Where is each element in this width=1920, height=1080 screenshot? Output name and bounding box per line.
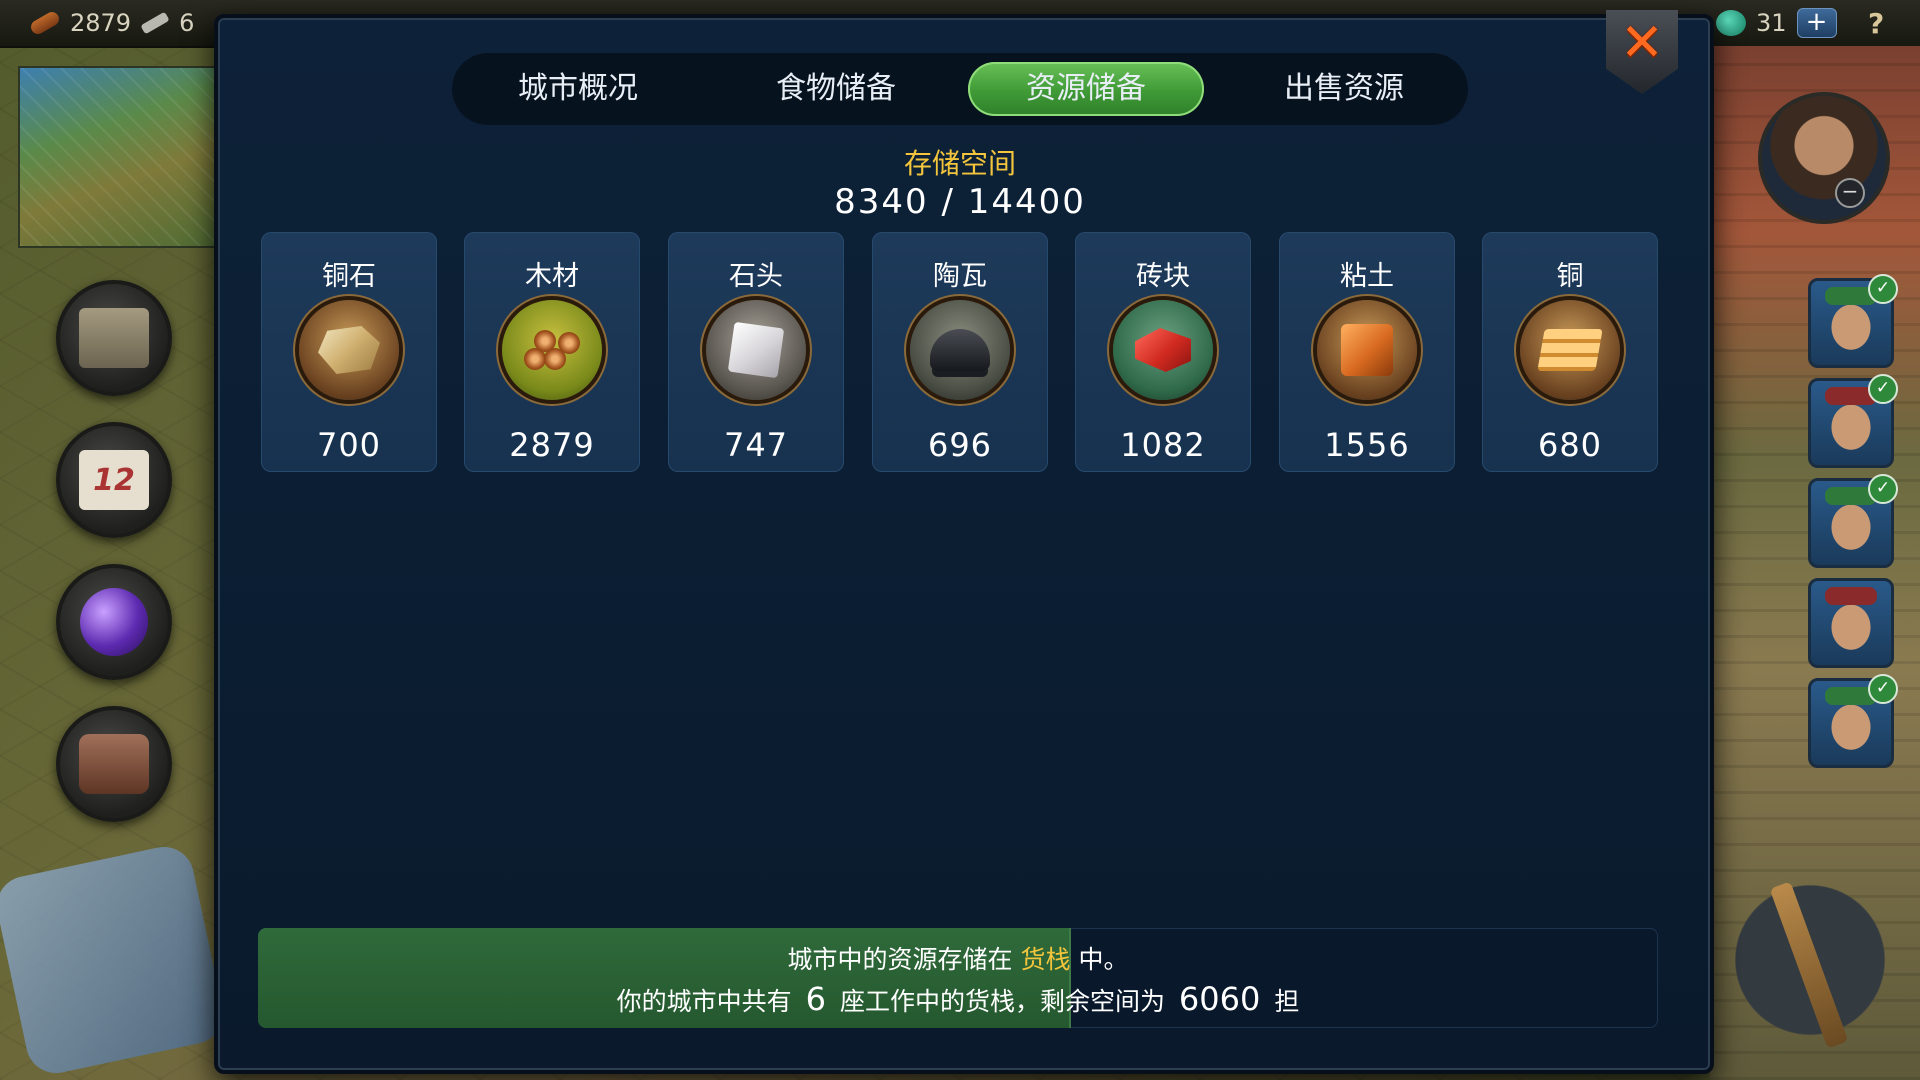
wood-icon (28, 9, 62, 37)
tab-sell-resources[interactable]: 出售资源 (1226, 62, 1462, 116)
info-text: 城市中的资源存储在 (787, 945, 1013, 974)
storage-capacity-bar: 城市中的资源存储在 货栈 中。 你的城市中共有 6 座工作中的货栈，剩余空间为 … (258, 928, 1658, 1028)
add-gems-button[interactable]: + (1796, 8, 1837, 38)
calendar-icon: 12 (79, 450, 149, 510)
resource-card-brick: 砖块 1082 (1075, 232, 1251, 472)
potion-icon (80, 588, 148, 656)
resource-name: 砖块 (1136, 261, 1190, 292)
brick-icon (1113, 300, 1213, 400)
resource-name: 石头 (729, 261, 783, 292)
resource-quantity: 2879 (509, 426, 595, 464)
top-wood-value: 2879 (70, 9, 132, 37)
info-line-warehouse: 城市中的资源存储在 货栈 中。 (258, 940, 1658, 976)
top-second-value: 6 (179, 9, 195, 37)
resource-quantity: 696 (927, 426, 993, 464)
dialog-tab-bar: 城市概况 食物储备 资源储备 出售资源 (452, 53, 1468, 125)
copper-ingot-icon (1520, 300, 1620, 400)
resource-name: 木材 (525, 261, 579, 292)
warehouse-count: 6 (805, 980, 826, 1018)
top-wood-counter: 2879 6 (28, 7, 195, 39)
roof-tile-icon (910, 300, 1010, 400)
resource-card-wood: 木材 2879 (464, 232, 640, 472)
resource-name: 陶瓦 (933, 261, 987, 292)
gem-value: 31 (1756, 9, 1787, 37)
resource-name: 粘土 (1340, 261, 1394, 292)
storage-space-title: 存储空间 (903, 147, 1016, 180)
storage-space-value: 8340 / 14400 (834, 182, 1086, 222)
tab-city-overview[interactable]: 城市概况 (460, 62, 696, 116)
wood-logs-icon (502, 300, 602, 400)
help-button[interactable]: ? (1868, 7, 1884, 40)
info-line-capacity: 你的城市中共有 6 座工作中的货栈，剩余空间为 6060 担 (258, 980, 1658, 1018)
check-icon: ✓ (1868, 674, 1898, 704)
tab-food-storage[interactable]: 食物储备 (718, 62, 954, 116)
backpack-icon (79, 734, 149, 794)
check-icon: ✓ (1868, 274, 1898, 304)
check-icon: ✓ (1868, 374, 1898, 404)
tools-icon (140, 11, 170, 35)
resource-name: 铜 (1556, 261, 1584, 292)
resource-quantity: 700 (316, 426, 382, 464)
copper-ore-icon (299, 300, 399, 400)
resource-card-stone: 石头 747 (668, 232, 844, 472)
resource-quantity: 1082 (1120, 426, 1206, 464)
player-avatar[interactable] (1758, 92, 1890, 224)
warehouse-link[interactable]: 货栈 (1020, 945, 1070, 974)
resource-name: 铜石 (322, 261, 376, 292)
chest-icon (79, 308, 149, 368)
zoom-out-button[interactable]: − (1835, 178, 1865, 208)
minimap[interactable] (18, 66, 222, 248)
blueprint-map-icon[interactable] (0, 841, 229, 1079)
resource-quantity: 680 (1537, 426, 1603, 464)
info-text: 中。 (1078, 945, 1129, 974)
top-gem-counter: 31 + (1716, 7, 1837, 39)
potion-button[interactable] (56, 564, 172, 680)
resource-card-roof-tile: 陶瓦 696 (872, 232, 1048, 472)
resource-card-copper-ore: 铜石 700 (261, 232, 437, 472)
resource-card-clay: 粘土 1556 (1279, 232, 1455, 472)
general-portrait-4[interactable] (1808, 578, 1894, 668)
info-text: 担 (1274, 987, 1300, 1016)
mail-chest-button[interactable] (56, 280, 172, 396)
resource-quantity: 1556 (1324, 426, 1410, 464)
info-text: 你的城市中共有 (616, 987, 792, 1016)
close-icon: ✕ (1620, 13, 1664, 73)
remaining-space-value: 6060 (1178, 980, 1261, 1018)
gem-icon (1716, 10, 1746, 36)
calendar-button[interactable]: 12 (56, 422, 172, 538)
tab-resource-storage[interactable]: 资源储备 (968, 62, 1204, 116)
info-text: 座工作中的货栈，剩余空间为 (839, 987, 1165, 1016)
stone-block-icon (706, 300, 806, 400)
clay-icon (1317, 300, 1417, 400)
check-icon: ✓ (1868, 474, 1898, 504)
backpack-button[interactable] (56, 706, 172, 822)
resource-card-copper: 铜 680 (1482, 232, 1658, 472)
resource-quantity: 747 (723, 426, 789, 464)
axe-action-icon[interactable] (1720, 860, 1900, 1060)
